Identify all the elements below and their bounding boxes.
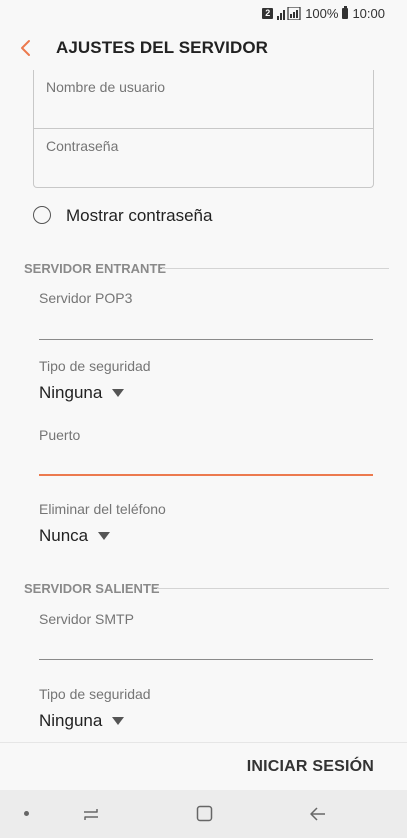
chevron-left-icon[interactable] xyxy=(18,39,34,57)
home-icon[interactable] xyxy=(196,805,213,822)
smtp-server-label: Servidor SMTP xyxy=(39,611,134,627)
server-settings-screen: 2 100% 10:00 AJUSTES DEL SERVIDOR Nombre… xyxy=(0,0,407,838)
username-field[interactable]: Nombre de usuario xyxy=(46,79,165,95)
status-icons: 2 100% 10:00 xyxy=(262,5,385,21)
section-divider xyxy=(157,588,389,589)
outgoing-security-dropdown[interactable]: Ninguna xyxy=(39,711,125,731)
incoming-security-dropdown[interactable]: Ninguna xyxy=(39,383,125,403)
dropdown-arrow-icon xyxy=(112,389,125,397)
password-field[interactable]: Contraseña xyxy=(46,138,118,154)
incoming-section-header: SERVIDOR ENTRANTE xyxy=(24,261,167,276)
dot-icon[interactable] xyxy=(24,811,29,816)
port-label: Puerto xyxy=(39,427,81,443)
pop3-server-label: Servidor POP3 xyxy=(39,290,133,306)
sim-slot-badge: 2 xyxy=(262,7,274,19)
section-divider xyxy=(162,268,389,269)
credentials-card: Nombre de usuario Contraseña xyxy=(33,70,374,188)
app-bar: AJUSTES DEL SERVIDOR xyxy=(0,26,407,70)
outgoing-section-header: SERVIDOR SALIENTE xyxy=(24,581,160,596)
delete-from-phone-dropdown[interactable]: Nunca xyxy=(39,526,111,546)
outgoing-security-label: Tipo de seguridad xyxy=(39,686,151,702)
sign-in-button[interactable]: INICIAR SESIÓN xyxy=(247,758,374,776)
show-password-label[interactable]: Mostrar contraseña xyxy=(66,206,212,226)
pop3-server-input[interactable] xyxy=(39,339,373,340)
recent-apps-icon[interactable] xyxy=(82,806,100,822)
port-input[interactable] xyxy=(39,474,373,476)
clock: 10:00 xyxy=(352,5,385,21)
dropdown-arrow-icon xyxy=(112,717,125,725)
incoming-security-label: Tipo de seguridad xyxy=(39,358,151,374)
page-title: AJUSTES DEL SERVIDOR xyxy=(56,38,269,57)
footer-action-bar: INICIAR SESIÓN xyxy=(0,742,407,791)
signal-icon xyxy=(277,6,301,20)
incoming-security-value: Ninguna xyxy=(39,383,103,402)
divider xyxy=(34,128,373,129)
outgoing-security-value: Ninguna xyxy=(39,711,103,730)
dropdown-arrow-icon xyxy=(98,532,111,540)
status-bar: 2 100% 10:00 xyxy=(0,0,407,26)
battery-icon xyxy=(342,5,349,19)
back-arrow-icon[interactable] xyxy=(309,805,327,823)
show-password-radio[interactable] xyxy=(33,206,51,224)
delete-from-phone-label: Eliminar del teléfono xyxy=(39,501,166,517)
smtp-server-input[interactable] xyxy=(39,659,373,660)
delete-from-phone-value: Nunca xyxy=(39,526,89,545)
battery-percent: 100% xyxy=(305,5,339,21)
navigation-bar xyxy=(0,790,407,838)
